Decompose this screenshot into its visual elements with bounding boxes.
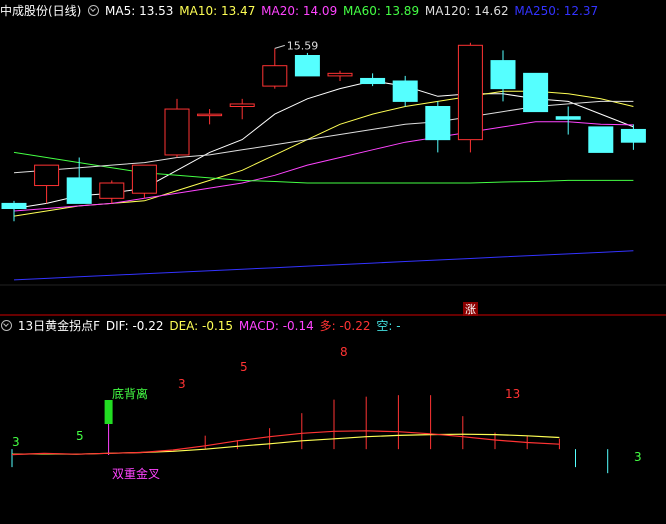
candle[interactable]	[360, 73, 386, 87]
candle[interactable]	[588, 126, 614, 153]
indicator-annotation: 3	[178, 377, 186, 391]
stock-chart[interactable]: 15.59 涨底背离双重金叉 3 5 8 13 5 3 3	[0, 0, 666, 524]
candle[interactable]	[425, 101, 451, 153]
candle[interactable]	[457, 42, 483, 153]
svg-text:涨: 涨	[465, 303, 476, 316]
rise-marker[interactable]: 涨	[463, 302, 478, 316]
candle[interactable]	[294, 52, 320, 77]
candle[interactable]	[262, 48, 288, 89]
candle[interactable]	[1, 200, 27, 222]
signal-block	[104, 400, 113, 424]
candle[interactable]	[34, 164, 60, 204]
indicator-chart	[11, 395, 609, 474]
indicator-annotation: 双重金叉	[112, 466, 160, 481]
indicator-annotation: 13	[505, 387, 520, 401]
price-chart	[1, 42, 646, 281]
candle[interactable]	[620, 124, 646, 150]
indicator-annotation: 5	[76, 429, 84, 443]
indicator-annotation: 3	[12, 435, 20, 449]
indicator-annotation: 8	[340, 345, 348, 359]
high-price-label: 15.59	[287, 39, 319, 52]
candle[interactable]	[164, 98, 190, 158]
dea-line	[11, 433, 560, 455]
candle[interactable]	[229, 98, 255, 120]
candle[interactable]	[99, 180, 125, 204]
candle[interactable]	[555, 106, 581, 135]
candle[interactable]	[197, 109, 223, 125]
candle[interactable]	[523, 72, 549, 113]
indicator-annotation: 底背离	[112, 386, 148, 401]
high-pointer	[274, 44, 285, 49]
ma-line-ma250	[13, 250, 634, 281]
ma-line-ma60	[13, 151, 634, 184]
candle[interactable]	[131, 164, 157, 199]
candle[interactable]	[327, 70, 353, 81]
indicator-annotation: 3	[634, 450, 642, 464]
indicator-annotation: 5	[240, 360, 248, 374]
candle[interactable]	[392, 75, 418, 107]
ma-line-ma120	[13, 100, 634, 174]
